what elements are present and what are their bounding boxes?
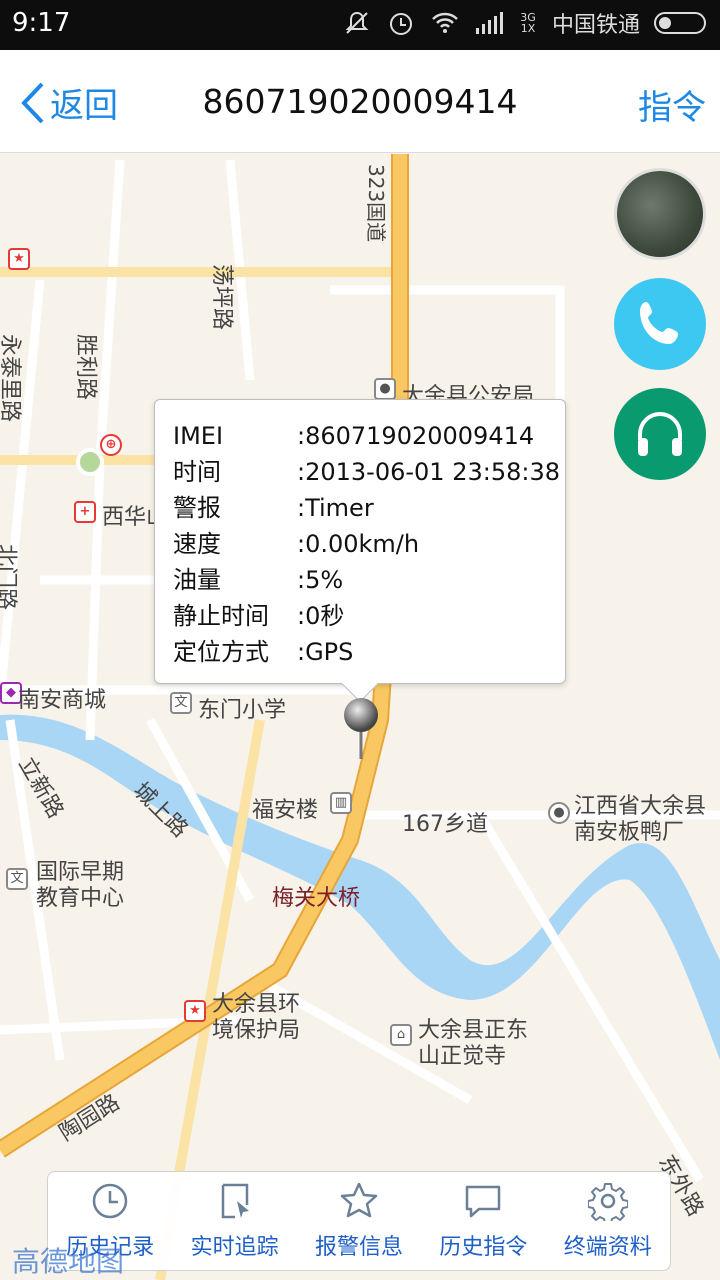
popup-key: 警报 (173, 494, 221, 522)
terminal-info-button[interactable]: 终端资料 (548, 1181, 668, 1261)
tracking-icon (221, 1183, 249, 1219)
map-label-yongtai-road: 永泰里路 (0, 334, 22, 423)
status-bar: 9:17 3G 1X 中国铁通 (0, 0, 720, 50)
realtime-tracking-button[interactable]: 实时追踪 (175, 1181, 295, 1261)
temple-poi-icon[interactable]: ⌂ (390, 1024, 412, 1046)
history-command-button[interactable]: 历史指令 (423, 1181, 543, 1261)
popup-key: 时间 (173, 458, 221, 486)
listen-button[interactable] (614, 388, 706, 480)
clinic-poi-icon[interactable]: + (74, 501, 96, 523)
popup-value: :2013-06-01 23:58:38 (297, 458, 560, 486)
phone-icon (640, 302, 678, 344)
alarm-info-label: 报警信息 (314, 1235, 403, 1260)
popup-value: :0秒 (297, 602, 345, 630)
popup-row-speed: 速度 :0.00km/h (173, 526, 565, 562)
popup-key: 油量 (173, 566, 221, 594)
star-icon (340, 1182, 378, 1218)
map-label-env-bureau-2: 境保护局 (212, 1018, 301, 1043)
network-type: 3G 1X (520, 11, 536, 35)
map-label-dongmen-school: 东门小学 (198, 698, 287, 723)
school-poi-icon[interactable]: 文 (170, 692, 192, 714)
popup-key: 定位方式 (173, 638, 269, 666)
map-label-shengli-road: 胜利路 (73, 334, 98, 401)
map-label-meiguan-bridge: 梅关大桥 (272, 886, 361, 911)
satellite-view-button[interactable] (614, 168, 706, 260)
app-header: 返回 860719020009414 指令 (0, 50, 720, 153)
battery-icon (654, 12, 706, 34)
popup-value: :5% (297, 566, 344, 594)
bottom-toolbar: 历史记录 实时追踪 报警信息 历史指令 终端资料 (47, 1171, 671, 1271)
status-time: 9:17 (12, 8, 71, 38)
popup-row-time: 时间 :2013-06-01 23:58:38 (173, 454, 565, 490)
location-pin-icon[interactable] (342, 697, 380, 761)
terminal-info-label: 终端资料 (563, 1235, 652, 1260)
building-poi-icon[interactable]: ▥ (330, 792, 352, 814)
popup-value: :860719020009414 (297, 422, 535, 450)
call-button[interactable] (614, 278, 706, 370)
map-label-temple-2: 山正觉寺 (418, 1044, 507, 1069)
hospital-poi-icon[interactable]: ★ (8, 248, 30, 270)
headphones-icon (638, 412, 682, 456)
map-label-jiangxi-factory-2: 南安板鸭厂 (574, 820, 685, 845)
map-label-fuan-building: 福安楼 (252, 798, 319, 823)
popup-key: IMEI (173, 422, 224, 450)
carrier-name: 中国铁通 (551, 13, 640, 38)
popup-key: 速度 (173, 530, 221, 558)
popup-row-alarm: 警报 :Timer (173, 490, 565, 526)
map-label-early-edu-2: 教育中心 (36, 886, 125, 911)
metro-poi-icon[interactable]: ⊕ (100, 434, 122, 456)
history-command-label: 历史指令 (439, 1235, 528, 1260)
popup-row-positioning: 定位方式 :GPS (173, 634, 565, 670)
map-label-road-323: 323国道 (364, 164, 388, 243)
map-label-township-road: 167乡道 (402, 812, 488, 837)
popup-row-imei: IMEI :860719020009414 (173, 418, 565, 454)
popup-row-fuel: 油量 :5% (173, 562, 565, 598)
map-label-dangping-road: 荡坪路 (209, 264, 234, 331)
map-label-left-road: 北门路 (0, 544, 18, 611)
clock-icon (92, 1183, 128, 1219)
edu-poi-icon[interactable]: 文 (6, 868, 28, 890)
map-logo: 高德地图 (12, 1245, 125, 1278)
alarm-info-button[interactable]: 报警信息 (299, 1181, 419, 1261)
popup-value: :0.00km/h (297, 530, 420, 558)
map-label-nanan-mall: 南安商城 (18, 688, 107, 713)
page-title: 860719020009414 (202, 82, 518, 121)
device-info-popup[interactable]: IMEI :860719020009414 时间 :2013-06-01 23:58… (154, 399, 566, 703)
popup-key: 静止时间 (173, 602, 269, 630)
popup-value: :Timer (297, 494, 374, 522)
popup-row-idle-time: 静止时间 :0秒 (173, 598, 565, 634)
message-icon (466, 1185, 501, 1218)
env-bureau-poi-icon[interactable]: ★ (184, 1000, 206, 1022)
factory-poi-icon[interactable]: ● (548, 802, 570, 824)
signal-icon (475, 12, 503, 34)
realtime-tracking-label: 实时追踪 (190, 1235, 279, 1260)
popup-value: :GPS (297, 638, 354, 666)
wifi-icon (432, 12, 458, 33)
command-button[interactable]: 指令 (638, 80, 706, 129)
mute-icon (345, 11, 369, 34)
gear-icon (587, 1183, 628, 1221)
police-poi-icon[interactable]: ● (374, 378, 396, 400)
alarm-icon (389, 13, 412, 35)
